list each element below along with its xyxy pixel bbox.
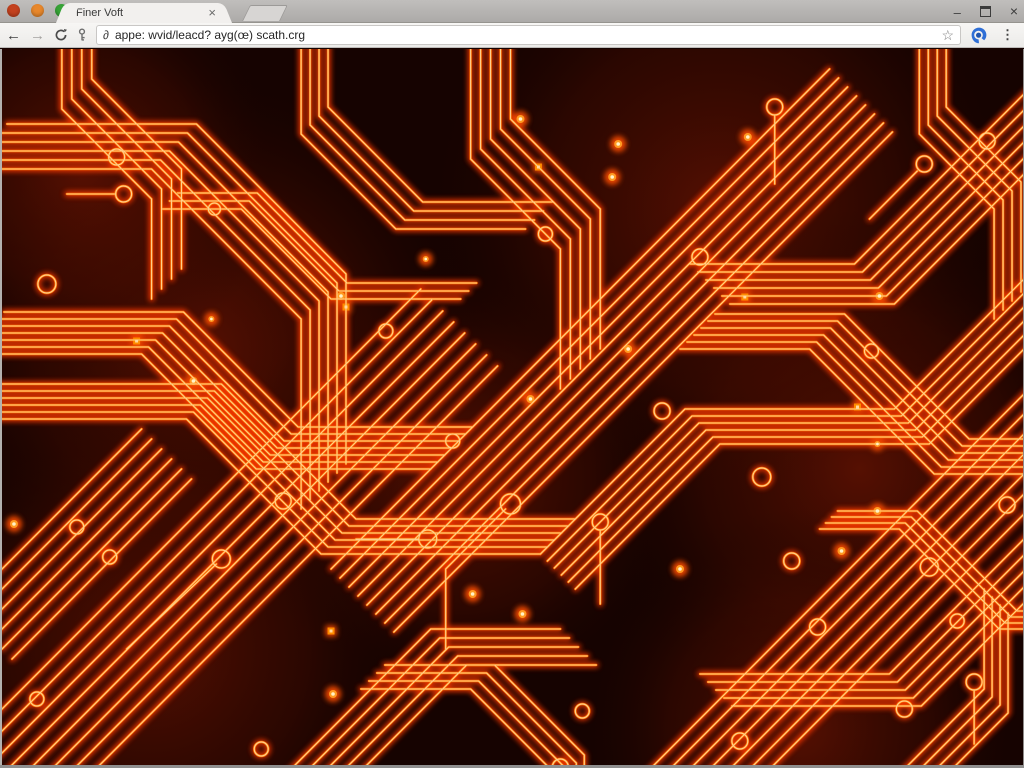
- close-traffic-light-icon[interactable]: [7, 4, 20, 17]
- key-icon: [77, 28, 87, 42]
- new-tab-button[interactable]: [242, 5, 288, 21]
- browser-tab[interactable]: Finer Voft ×: [68, 3, 220, 23]
- forward-button[interactable]: →: [30, 27, 45, 44]
- address-bar[interactable]: ∂ appe: wvid/leacd? ayg(œ) scath.crg ☆: [96, 25, 961, 45]
- back-button[interactable]: ←: [6, 27, 21, 44]
- reload-button[interactable]: [54, 28, 68, 42]
- bookmark-star-icon[interactable]: ☆: [941, 28, 954, 42]
- tab-close-icon[interactable]: ×: [204, 4, 220, 22]
- browser-toolbar: ← → ∂ appe: wvid/leacd? ayg(œ) scath.crg…: [0, 23, 1024, 48]
- minimize-icon[interactable]: –: [954, 8, 961, 18]
- reload-icon: [54, 28, 68, 42]
- url-text[interactable]: appe: wvid/leacd? ayg(œ) scath.crg: [115, 28, 936, 42]
- circuit-board-image: [2, 49, 1023, 765]
- close-icon[interactable]: ×: [1010, 3, 1018, 19]
- window-controls: – ×: [954, 0, 1018, 22]
- page-content: [0, 49, 1024, 765]
- extension-icon: [970, 26, 988, 44]
- page-security-button[interactable]: [77, 28, 87, 42]
- tab-title: Finer Voft: [68, 7, 204, 19]
- browser-window: Finer Voft × – × ← →: [0, 0, 1024, 768]
- minimize-traffic-light-icon[interactable]: [31, 4, 44, 17]
- tab-strip: Finer Voft × – ×: [0, 0, 1024, 23]
- extension-button[interactable]: [970, 26, 988, 44]
- menu-icon[interactable]: ⋮: [1001, 27, 1014, 43]
- page-icon: ∂: [103, 28, 109, 42]
- maximize-icon[interactable]: [980, 6, 991, 17]
